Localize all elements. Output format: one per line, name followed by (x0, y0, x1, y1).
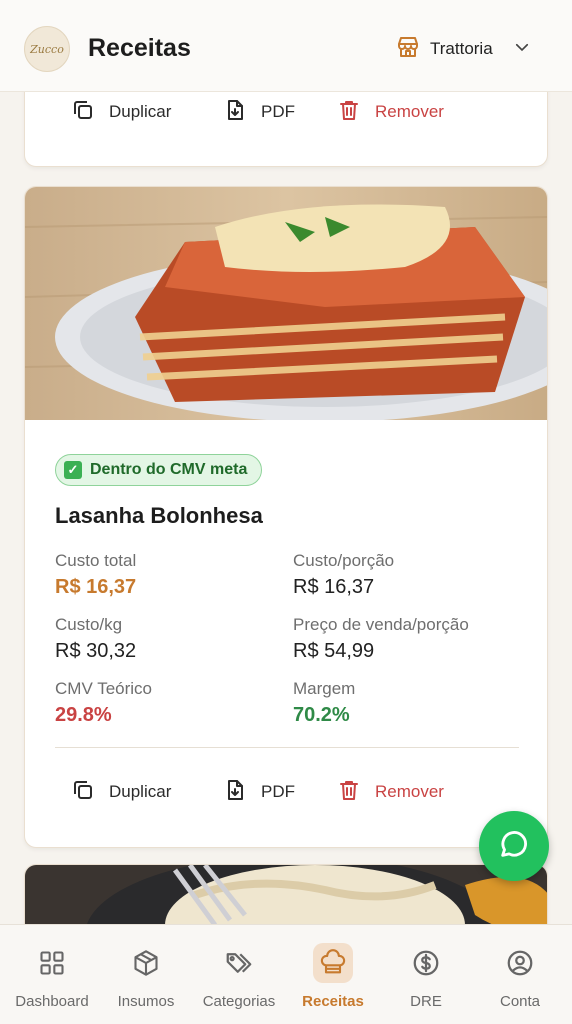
nav-dashboard[interactable]: Dashboard (5, 943, 99, 1013)
pdf-label: PDF (261, 782, 295, 801)
divider (55, 747, 519, 748)
copy-icon (71, 778, 95, 807)
whatsapp-button[interactable] (479, 811, 549, 881)
copy-icon (71, 98, 95, 127)
tags-icon (219, 943, 259, 983)
stat-value: 29.8% (55, 704, 112, 726)
nav-label: DRE (410, 993, 442, 1010)
remove-button[interactable]: Remover (337, 98, 444, 127)
user-icon (500, 943, 540, 983)
box-icon (126, 943, 166, 983)
dollar-icon (406, 943, 446, 983)
nav-receitas[interactable]: Receitas (286, 943, 380, 1013)
nav-conta[interactable]: Conta (473, 943, 567, 1013)
duplicate-label: Duplicar (109, 102, 172, 121)
nav-label: Dashboard (15, 993, 89, 1010)
page-title: Receitas (88, 34, 191, 62)
remove-label: Remover (375, 102, 444, 121)
stat-custo-porcao: Custo/porção R$ 16,37 (293, 551, 523, 599)
trash-icon (337, 98, 361, 127)
stat-value: 70.2% (293, 704, 350, 726)
nav-label: Conta (499, 993, 541, 1010)
stat-custo-kg: Custo/kg R$ 30,32 (55, 615, 285, 663)
nav-label: Insumos (117, 993, 175, 1010)
duplicate-button[interactable]: Duplicar (71, 98, 171, 127)
store-name: Trattoria (430, 39, 493, 58)
remove-label: Remover (375, 782, 444, 801)
dashboard-icon (32, 943, 72, 983)
cmv-status-badge: ✓ Dentro do CMV meta (55, 454, 263, 486)
recipe-card: ✓ Dentro do CMV meta Lasanha Bolonhesa C… (24, 186, 548, 848)
whatsapp-icon (497, 827, 531, 866)
badge-label: Dentro do CMV meta (90, 461, 248, 478)
stat-label: CMV Teórico (55, 679, 152, 698)
file-download-icon (223, 778, 247, 807)
nav-categorias[interactable]: Categorias (192, 943, 286, 1013)
remove-button[interactable]: Remover (337, 778, 444, 807)
restaurant-logo[interactable]: Zucco (24, 26, 70, 72)
stat-value: R$ 16,37 (293, 576, 375, 598)
stat-label: Margem (293, 679, 356, 698)
bottom-navigation: Dashboard Insumos Categorias Receitas DR… (0, 924, 572, 1024)
stat-label: Custo total (55, 551, 137, 570)
file-download-icon (223, 98, 247, 127)
card-actions: Duplicar PDF Remover (25, 92, 547, 132)
pdf-button[interactable]: PDF (223, 98, 295, 127)
nav-dre[interactable]: DRE (379, 943, 473, 1013)
nav-label: Receitas (302, 993, 364, 1010)
chevron-down-icon (513, 38, 531, 61)
pdf-button[interactable]: PDF (223, 778, 295, 807)
stat-value: R$ 54,99 (293, 640, 375, 662)
chef-hat-icon (313, 943, 353, 983)
stat-label: Custo/porção (293, 551, 395, 570)
card-actions: Duplicar PDF Remover (25, 772, 547, 812)
stat-label: Preço de venda/porção (293, 615, 469, 634)
duplicate-label: Duplicar (109, 782, 172, 801)
stat-preco-venda: Preço de venda/porção R$ 54,99 (293, 615, 523, 663)
store-selector[interactable]: Trattoria (396, 34, 531, 64)
recipe-photo (25, 187, 547, 420)
nav-label: Categorias (202, 993, 276, 1010)
stat-margem: Margem 70.2% (293, 679, 523, 727)
store-icon (396, 35, 420, 64)
pdf-label: PDF (261, 102, 295, 121)
app-header: Zucco Receitas Trattoria (0, 0, 572, 92)
stat-value: R$ 16,37 (55, 576, 137, 598)
recipe-name: Lasanha Bolonhesa (55, 503, 263, 528)
checkmark-icon: ✓ (64, 461, 82, 479)
duplicate-button[interactable]: Duplicar (71, 778, 171, 807)
trash-icon (337, 778, 361, 807)
nav-insumos[interactable]: Insumos (99, 943, 193, 1013)
logo-text: Zucco (30, 42, 64, 56)
stat-label: Custo/kg (55, 615, 123, 634)
stat-value: R$ 30,32 (55, 640, 137, 662)
stat-cmv-teorico: CMV Teórico 29.8% (55, 679, 285, 727)
stat-custo-total: Custo total R$ 16,37 (55, 551, 285, 599)
